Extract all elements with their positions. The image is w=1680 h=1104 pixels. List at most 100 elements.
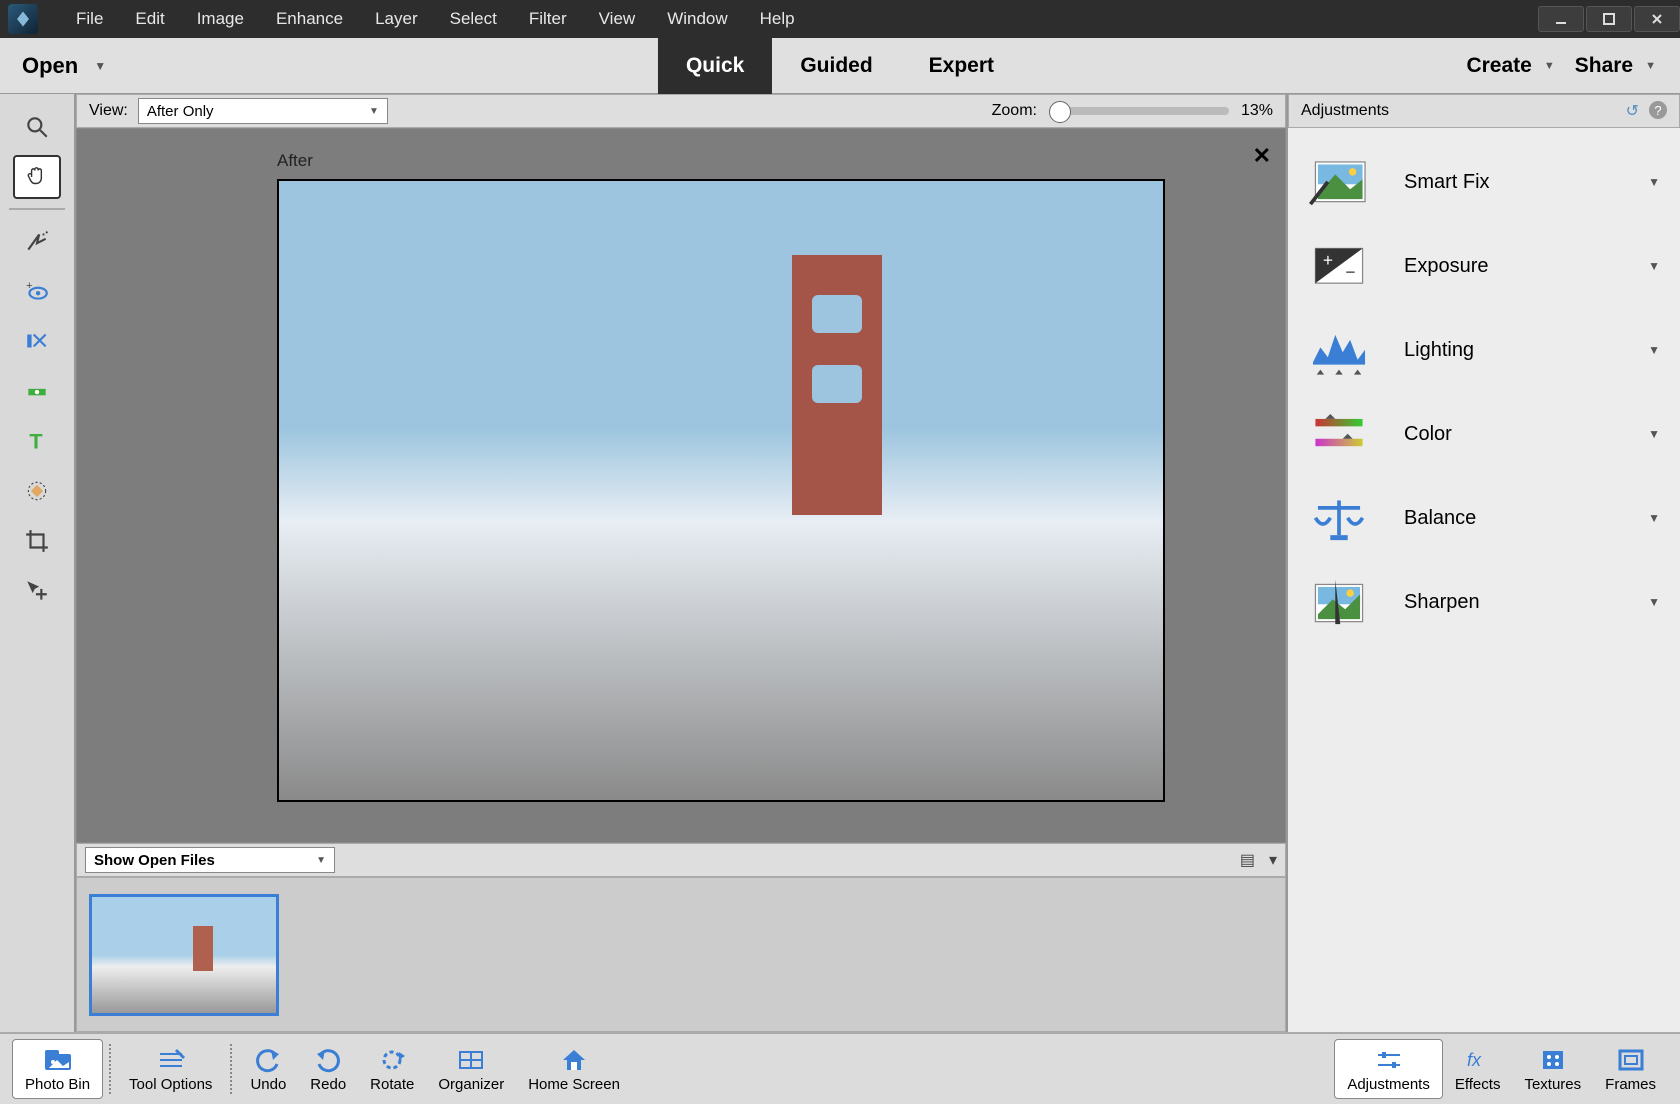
zoom-tool[interactable] [13,105,61,149]
undo-button[interactable]: Undo [238,1039,298,1099]
zoom-label: Zoom: [992,102,1037,120]
home-screen-button[interactable]: Home Screen [516,1039,632,1099]
svg-text:T: T [29,429,42,454]
divider [230,1044,232,1094]
svg-text:+: + [1323,250,1333,270]
maximize-button[interactable] [1586,6,1632,32]
create-label: Create [1466,54,1531,78]
bin-options-icon[interactable]: ▤ [1240,850,1255,870]
adj-sharpen[interactable]: Sharpen ▼ [1288,560,1680,644]
menu-view[interactable]: View [583,3,652,35]
share-button[interactable]: Share▼ [1575,54,1656,78]
effects-tab-button[interactable]: fx Effects [1443,1039,1513,1099]
photo-bin [76,877,1286,1032]
adj-color[interactable]: Color ▼ [1288,392,1680,476]
adj-label: Balance [1404,507,1614,530]
tool-options-button[interactable]: Tool Options [117,1039,224,1099]
photo-bin-selector[interactable]: Show Open Files [85,847,335,873]
menu-select[interactable]: Select [434,3,513,35]
app-icon [8,4,38,34]
spot-healing-tool[interactable] [13,469,61,513]
lighting-icon [1308,324,1370,376]
tab-expert[interactable]: Expert [901,38,1022,94]
chevron-down-icon: ▼ [1648,427,1660,441]
divider [109,1044,111,1094]
bbtn-label: Photo Bin [25,1076,90,1093]
image-content [792,255,882,515]
frames-tab-button[interactable]: Frames [1593,1039,1668,1099]
canvas[interactable]: After ✕ [76,128,1286,843]
adj-smart-fix[interactable]: Smart Fix ▼ [1288,140,1680,224]
redo-button[interactable]: Redo [298,1039,358,1099]
straighten-tool[interactable] [13,369,61,413]
textures-tab-button[interactable]: Textures [1512,1039,1593,1099]
menu-window[interactable]: Window [651,3,743,35]
open-button[interactable]: Open ▼ [0,38,128,93]
reset-icon[interactable]: ↺ [1626,101,1639,121]
view-selector[interactable]: After Only [138,98,388,124]
bbtn-label: Tool Options [129,1076,212,1093]
color-icon [1308,408,1370,460]
photo-thumbnail[interactable] [89,894,279,1016]
canvas-label: After [277,151,313,171]
adjustments-list: Smart Fix ▼ +− Exposure ▼ Lighting ▼ Col… [1288,128,1680,1032]
balance-icon [1308,492,1370,544]
titlebar: File Edit Image Enhance Layer Select Fil… [0,0,1680,38]
menu-file[interactable]: File [60,3,119,35]
quick-selection-tool[interactable] [13,219,61,263]
hand-tool[interactable] [13,155,61,199]
bbtn-label: Organizer [438,1076,504,1093]
rotate-button[interactable]: Rotate [358,1039,426,1099]
bbtn-label: Rotate [370,1076,414,1093]
zoom-slider[interactable] [1049,107,1229,115]
view-bar: View: After Only Zoom: 13% [76,94,1286,128]
bbtn-label: Frames [1605,1076,1656,1093]
window-controls [1536,6,1680,32]
redeye-tool[interactable]: + [13,269,61,313]
chevron-down-icon: ▼ [1648,511,1660,525]
share-label: Share [1575,54,1633,78]
adj-lighting[interactable]: Lighting ▼ [1288,308,1680,392]
panel-header: Adjustments ↺ ? [1288,94,1680,128]
menu-edit[interactable]: Edit [119,3,180,35]
bbtn-label: Redo [310,1076,346,1093]
menu-filter[interactable]: Filter [513,3,583,35]
open-label: Open [22,53,78,79]
smart-fix-icon [1308,156,1370,208]
adj-balance[interactable]: Balance ▼ [1288,476,1680,560]
sharpen-icon [1308,576,1370,628]
adjustments-tab-button[interactable]: Adjustments [1334,1039,1443,1099]
zoom-value: 13% [1241,102,1273,120]
zoom-group: Zoom: 13% [992,102,1273,120]
organizer-button[interactable]: Organizer [426,1039,516,1099]
image-preview [277,179,1165,802]
chevron-down-icon: ▼ [1648,343,1660,357]
tab-guided[interactable]: Guided [772,38,900,94]
move-tool[interactable] [13,569,61,613]
center-area: View: After Only Zoom: 13% After ✕ Show … [76,94,1286,1032]
adj-label: Lighting [1404,339,1614,362]
whiten-teeth-tool[interactable] [13,319,61,363]
adj-exposure[interactable]: +− Exposure ▼ [1288,224,1680,308]
mode-tabs: Quick Guided Expert [658,38,1022,94]
mode-bar: Open ▼ Quick Guided Expert Create▼ Share… [0,38,1680,94]
bin-collapse-icon[interactable]: ▾ [1269,850,1277,870]
minimize-button[interactable] [1538,6,1584,32]
menu-enhance[interactable]: Enhance [260,3,359,35]
svg-text:fx: fx [1467,1050,1482,1070]
photo-bin-bar: Show Open Files ▤ ▾ [76,843,1286,877]
menu-layer[interactable]: Layer [359,3,434,35]
menu-image[interactable]: Image [181,3,260,35]
main-menu: File Edit Image Enhance Layer Select Fil… [60,3,811,35]
create-button[interactable]: Create▼ [1466,54,1554,78]
photo-bin-button[interactable]: Photo Bin [12,1039,103,1099]
close-button[interactable] [1634,6,1680,32]
crop-tool[interactable] [13,519,61,563]
help-icon[interactable]: ? [1649,101,1667,119]
close-document-icon[interactable]: ✕ [1253,143,1271,169]
chevron-down-icon: ▼ [94,59,106,73]
type-tool[interactable]: T [13,419,61,463]
menu-help[interactable]: Help [744,3,811,35]
tab-quick[interactable]: Quick [658,38,772,94]
divider [9,208,65,210]
